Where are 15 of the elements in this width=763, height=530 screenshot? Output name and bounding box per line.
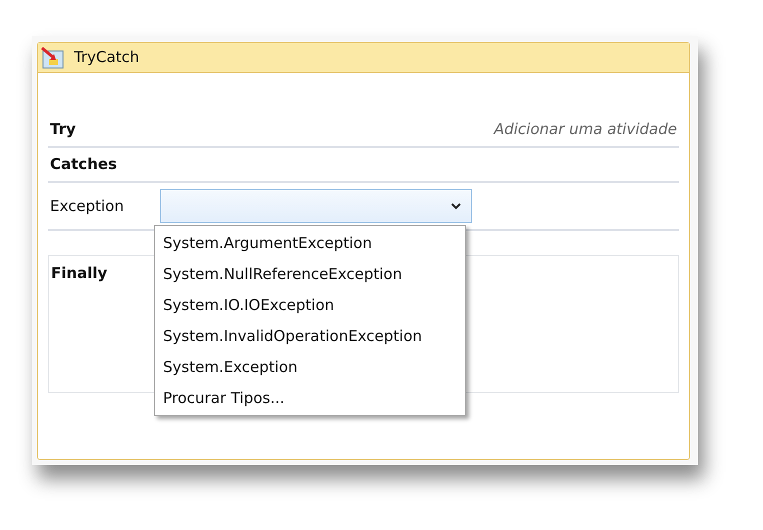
dropdown-option[interactable]: System.NullReferenceException: [155, 259, 465, 290]
dropdown-option[interactable]: Procurar Tipos...: [155, 383, 465, 414]
dropdown-option[interactable]: System.IO.IOException: [155, 290, 465, 321]
section-label: Try: [50, 119, 76, 140]
activity-title: TryCatch: [74, 47, 140, 68]
dropdown-option[interactable]: System.Exception: [155, 352, 465, 383]
activity-icon: [41, 46, 65, 68]
dropdown-option[interactable]: System.InvalidOperationException: [155, 321, 465, 352]
chevron-icon: [450, 202, 461, 210]
section-label: Catches: [50, 154, 117, 176]
exception-label: Exception: [50, 196, 124, 217]
drop-activity-hint[interactable]: Adicionar uma atividade: [494, 118, 677, 141]
exception-type-dropdown[interactable]: [160, 189, 472, 223]
dropdown-option[interactable]: System.ArgumentException: [155, 228, 465, 259]
section-label: Finally: [51, 264, 108, 282]
